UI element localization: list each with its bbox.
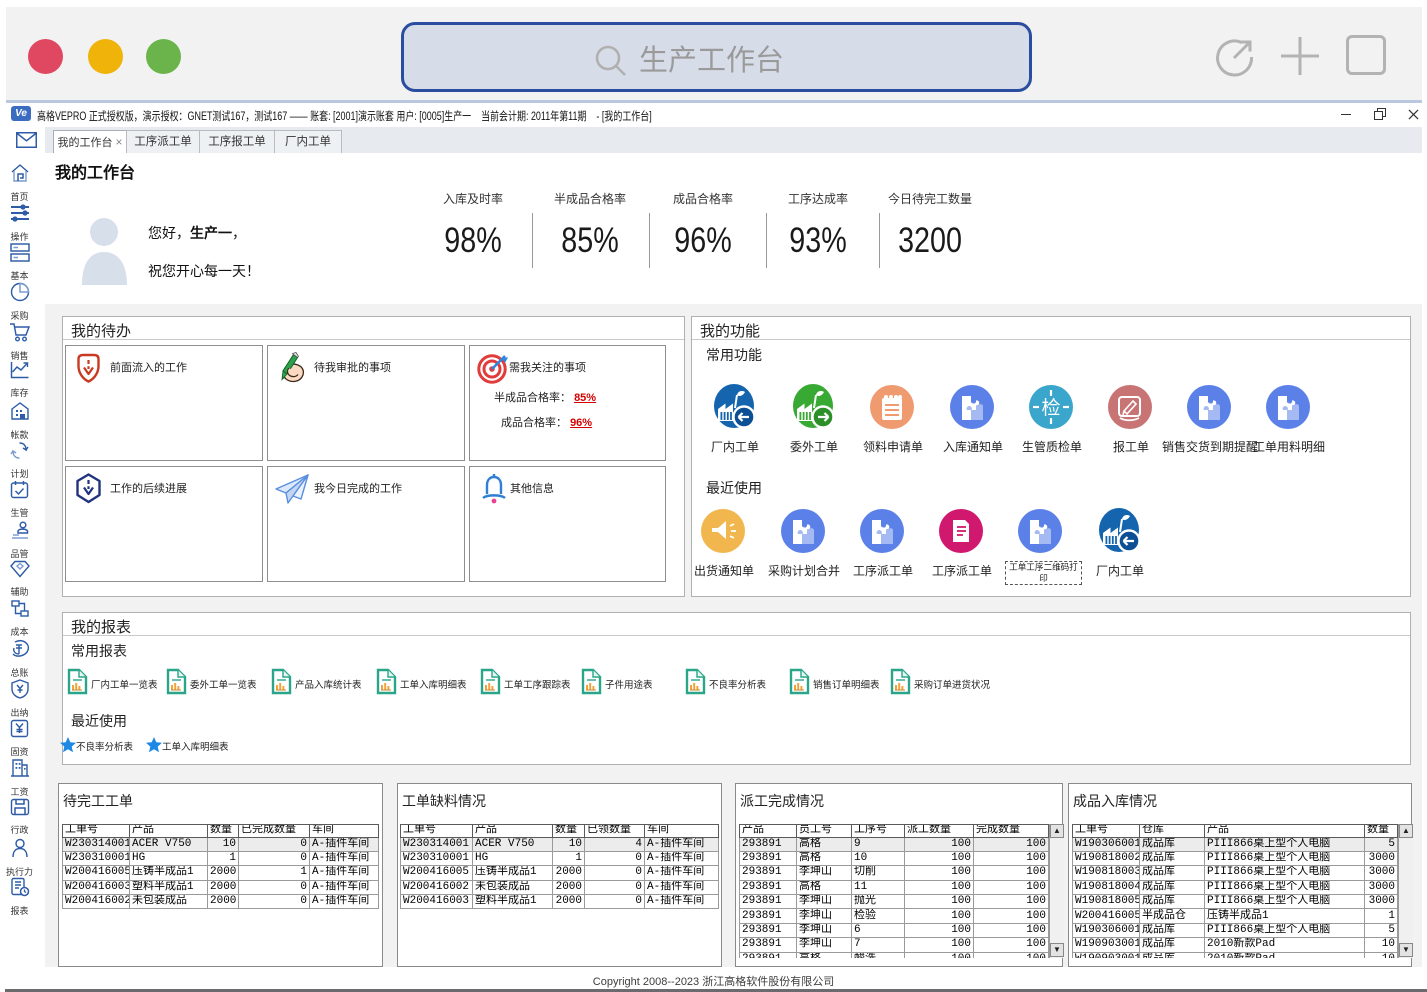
svg-text:检: 检 xyxy=(1041,397,1060,419)
